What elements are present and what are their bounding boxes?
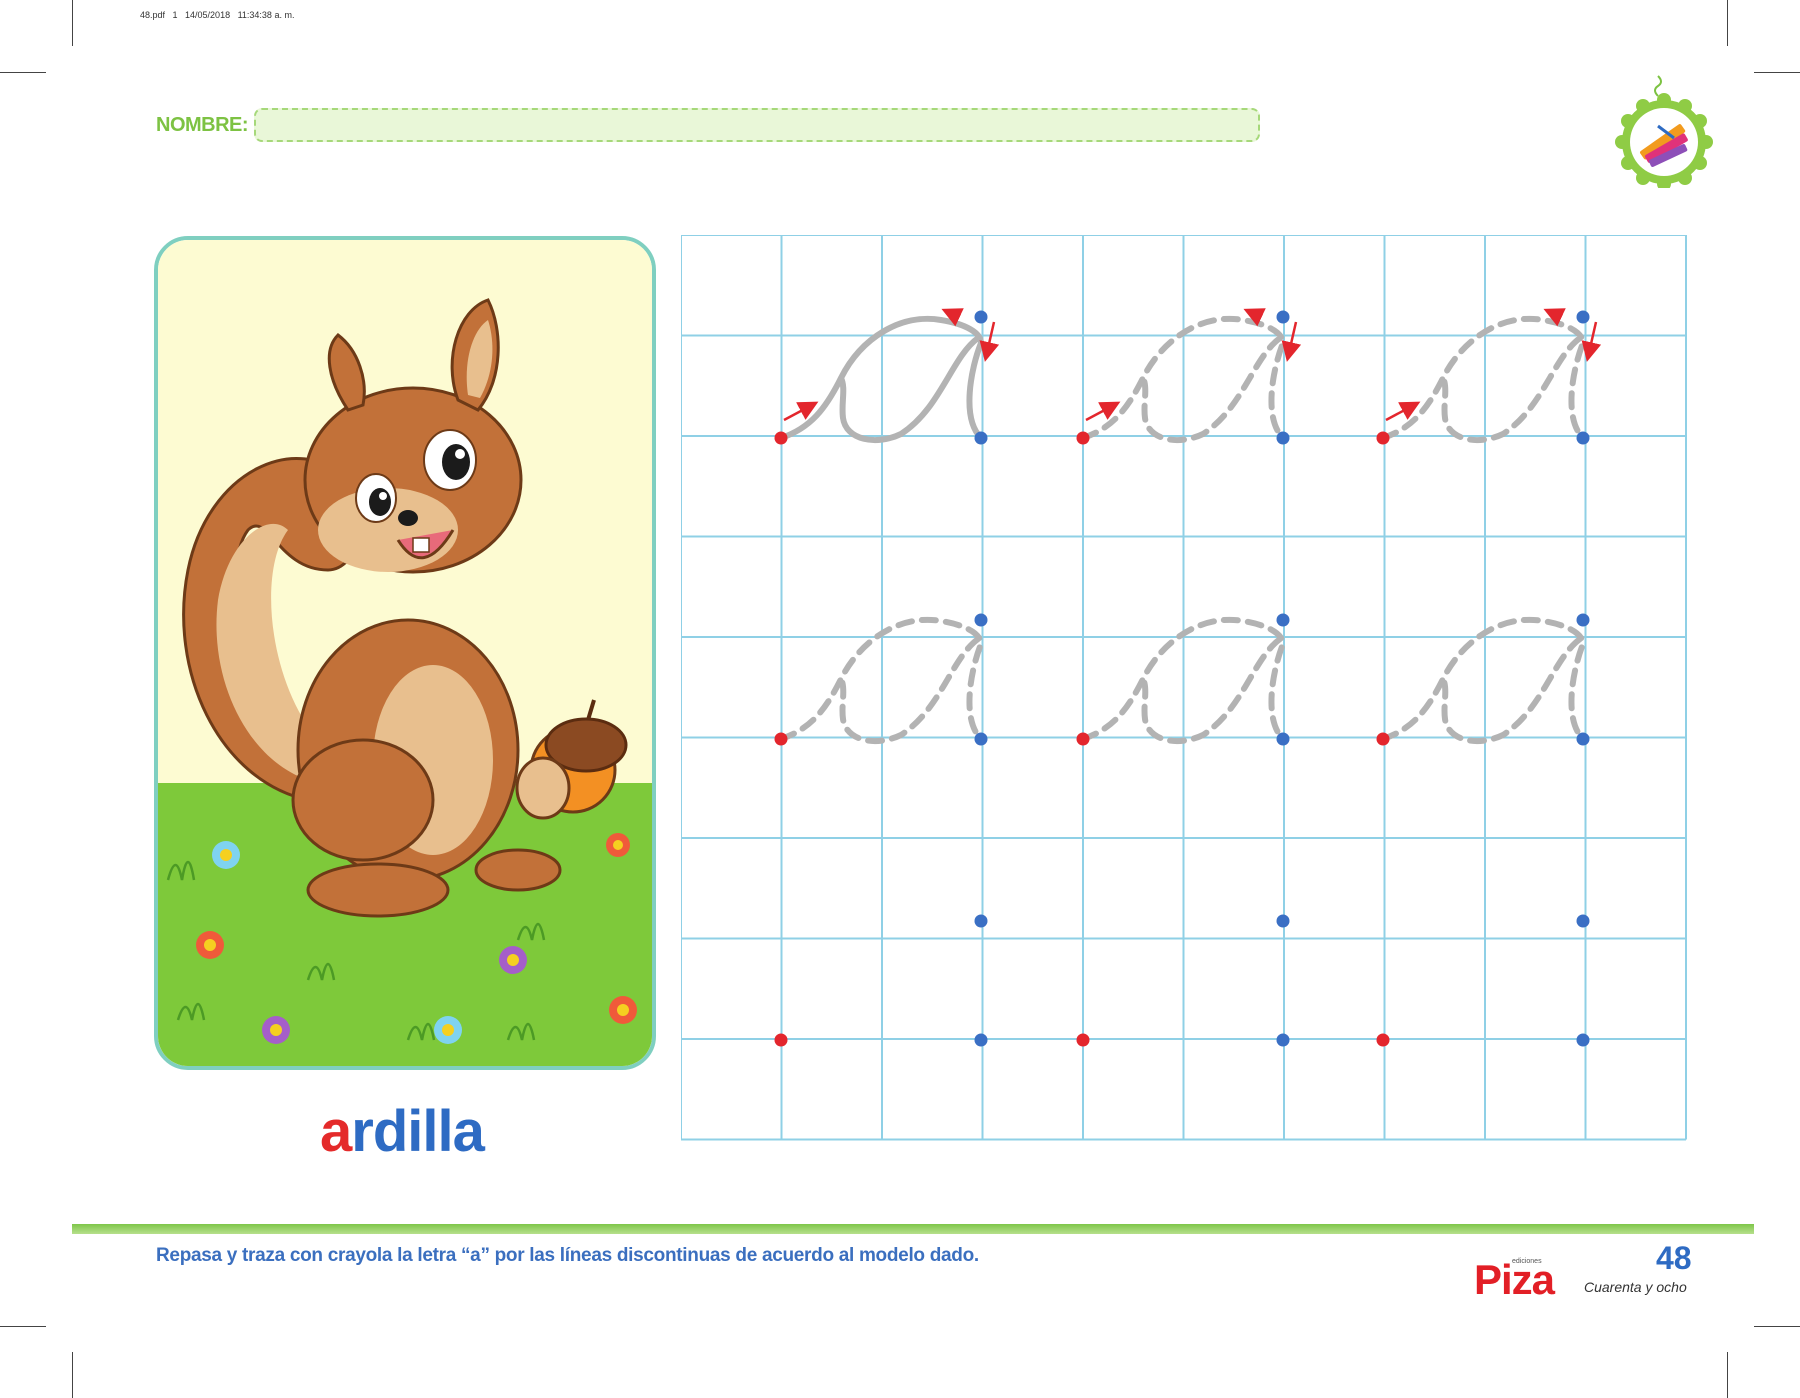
crop-mark [1727,1352,1728,1398]
guide-dot [1376,732,1390,746]
direction-arrow [783,401,819,422]
guide-dot [774,431,788,445]
crop-mark [0,72,46,73]
crop-mark [72,1352,73,1398]
guide-dot [1576,1033,1590,1047]
guide-dots [774,310,1590,1047]
squirrel-illustration [158,240,652,1066]
grid-lines [681,235,1687,1141]
guide-dot [1276,431,1290,445]
name-label: NOMBRE: [156,114,249,136]
crop-mark [1727,0,1728,46]
word-label: ardilla [320,1098,485,1165]
guide-dot [974,914,988,928]
guide-dot [1376,431,1390,445]
guide-dot [1576,613,1590,627]
word-rest: rdilla [351,1099,485,1164]
guide-dot [974,613,988,627]
page-number: 48 [1656,1240,1692,1276]
guide-dot [774,732,788,746]
crop-mark [0,1326,46,1327]
direction-arrow [1385,401,1421,422]
direction-arrow [1281,321,1302,362]
guide-dot [1576,732,1590,746]
crop-mark [1754,1326,1800,1327]
guide-dot [1276,732,1290,746]
guide-dot [1576,431,1590,445]
guide-dot [1576,914,1590,928]
guide-dot [974,732,988,746]
name-field[interactable] [254,108,1260,142]
word-first-letter: a [320,1099,352,1164]
tracing-grid[interactable] [681,235,1689,1141]
direction-arrow [1243,308,1266,327]
guide-dot [974,310,988,324]
direction-arrow [1543,308,1566,327]
guide-dot [974,431,988,445]
guide-dot [1376,1033,1390,1047]
print-info: 48.pdf 1 14/05/2018 11:34:38 a. m. [140,10,295,20]
tracing-letters[interactable] [778,315,1587,745]
direction-arrow [1581,321,1602,362]
guide-dot [1076,431,1090,445]
brand-logo: Piza [1474,1256,1555,1303]
page-number-words: Cuarenta y ocho [1584,1279,1687,1295]
instruction-text: Repasa y traza con crayola la letra “a” … [156,1245,979,1266]
direction-arrow [941,308,964,327]
letter-a-trace[interactable] [1380,616,1587,745]
guide-dot [1276,613,1290,627]
guide-dot [1576,310,1590,324]
illustration-card [154,236,656,1070]
footer-divider [72,1224,1754,1234]
crop-mark [1754,72,1800,73]
direction-arrow [1085,401,1121,422]
crayon-icon [1610,72,1718,191]
guide-dot [1076,732,1090,746]
guide-dot [1076,1033,1090,1047]
guide-dot [774,1033,788,1047]
guide-dot [1276,310,1290,324]
crop-mark [72,0,73,46]
letter-a-trace[interactable] [1380,315,1587,444]
direction-arrow [979,321,1000,362]
guide-dot [1276,1033,1290,1047]
guide-dot [1276,914,1290,928]
guide-dot [974,1033,988,1047]
